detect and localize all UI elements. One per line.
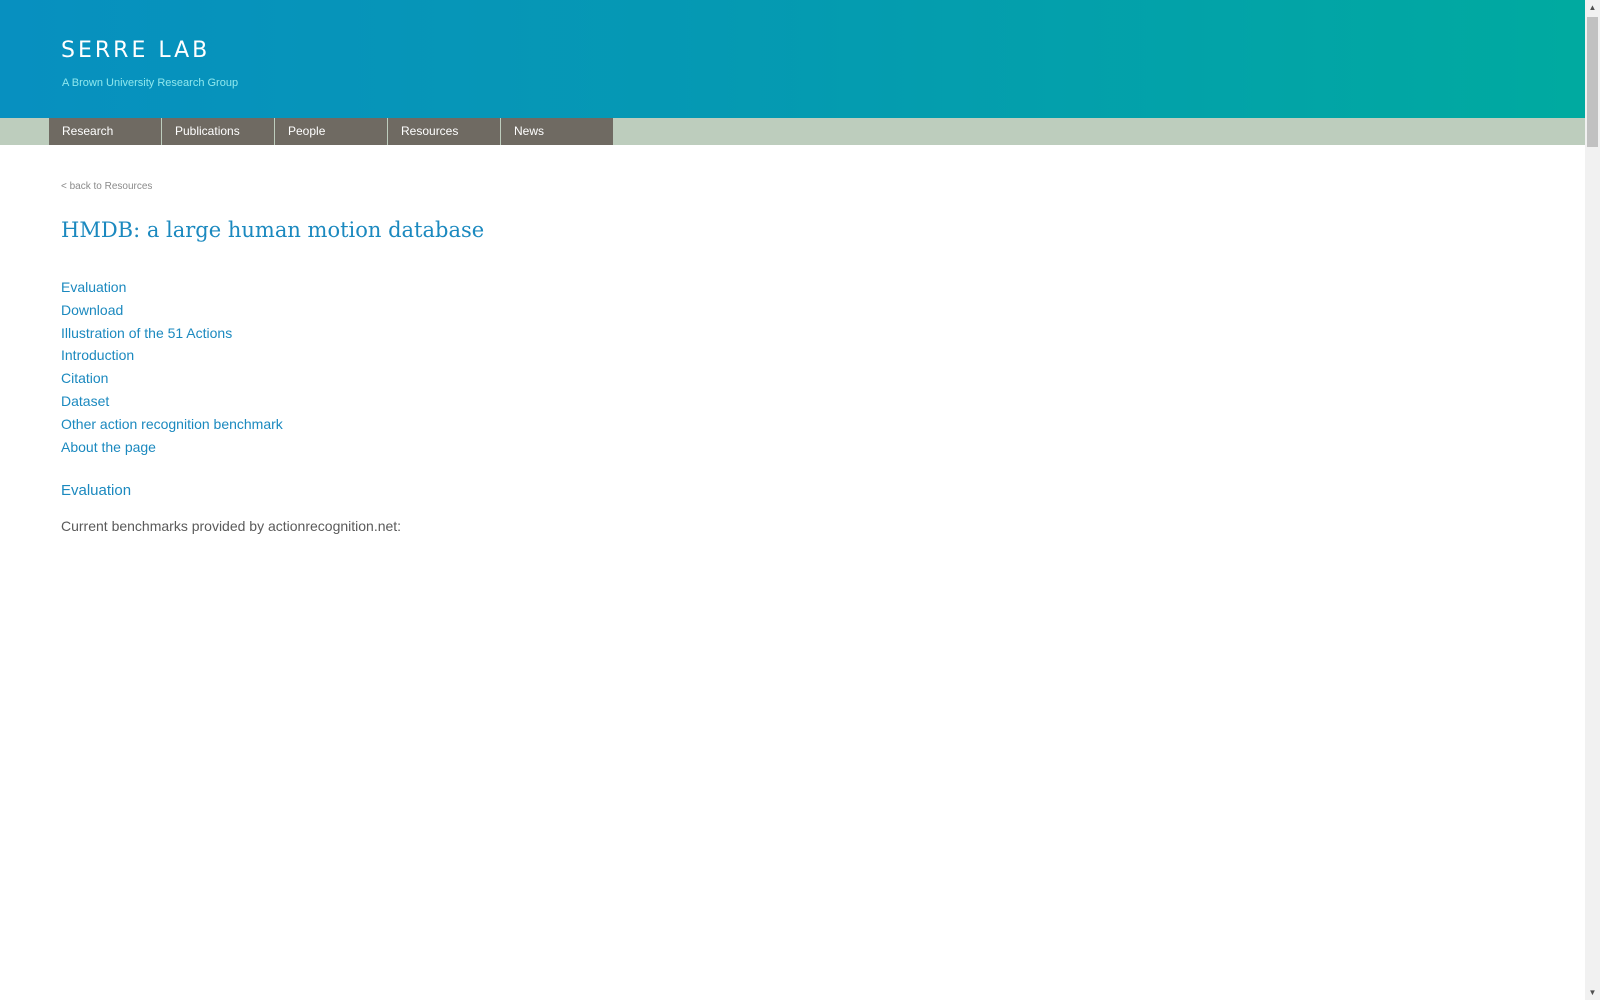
triangle-down-icon[interactable]: ▼: [1585, 985, 1600, 1000]
toc-link-illustration[interactable]: Illustration of the 51 Actions: [61, 322, 283, 345]
back-to-resources-link[interactable]: < back to Resources: [61, 181, 152, 192]
toc-link-dataset[interactable]: Dataset: [61, 390, 283, 413]
nav-item-publications[interactable]: Publications: [162, 118, 274, 145]
section-heading-evaluation: Evaluation: [61, 482, 132, 499]
nav-item-people[interactable]: People: [275, 118, 387, 145]
toc-link-citation[interactable]: Citation: [61, 367, 283, 390]
page: SERRE LAB A Brown University Research Gr…: [0, 0, 1585, 1000]
table-of-contents: Evaluation Download Illustration of the …: [61, 276, 283, 458]
toc-link-download[interactable]: Download: [61, 299, 283, 322]
toc-link-introduction[interactable]: Introduction: [61, 344, 283, 367]
scrollbar-thumb[interactable]: [1587, 17, 1598, 147]
main-nav: Research Publications People Resources N…: [49, 118, 614, 145]
toc-link-about[interactable]: About the page: [61, 436, 283, 459]
page-title: HMDB: a large human motion database: [61, 218, 485, 242]
triangle-up-icon[interactable]: ▲: [1585, 0, 1600, 15]
nav-item-news[interactable]: News: [501, 118, 613, 145]
site-tagline: A Brown University Research Group: [62, 77, 239, 89]
section-text-evaluation: Current benchmarks provided by actionrec…: [61, 518, 402, 534]
main-nav-bar: Research Publications People Resources N…: [0, 118, 1585, 145]
nav-item-resources[interactable]: Resources: [388, 118, 500, 145]
vertical-scrollbar[interactable]: ▲ ▼: [1585, 0, 1600, 1000]
toc-link-other-benchmark[interactable]: Other action recognition benchmark: [61, 413, 283, 436]
nav-item-research[interactable]: Research: [49, 118, 161, 145]
site-header: SERRE LAB A Brown University Research Gr…: [0, 0, 1585, 118]
toc-link-evaluation[interactable]: Evaluation: [61, 276, 283, 299]
site-title-link[interactable]: SERRE LAB: [61, 38, 210, 63]
